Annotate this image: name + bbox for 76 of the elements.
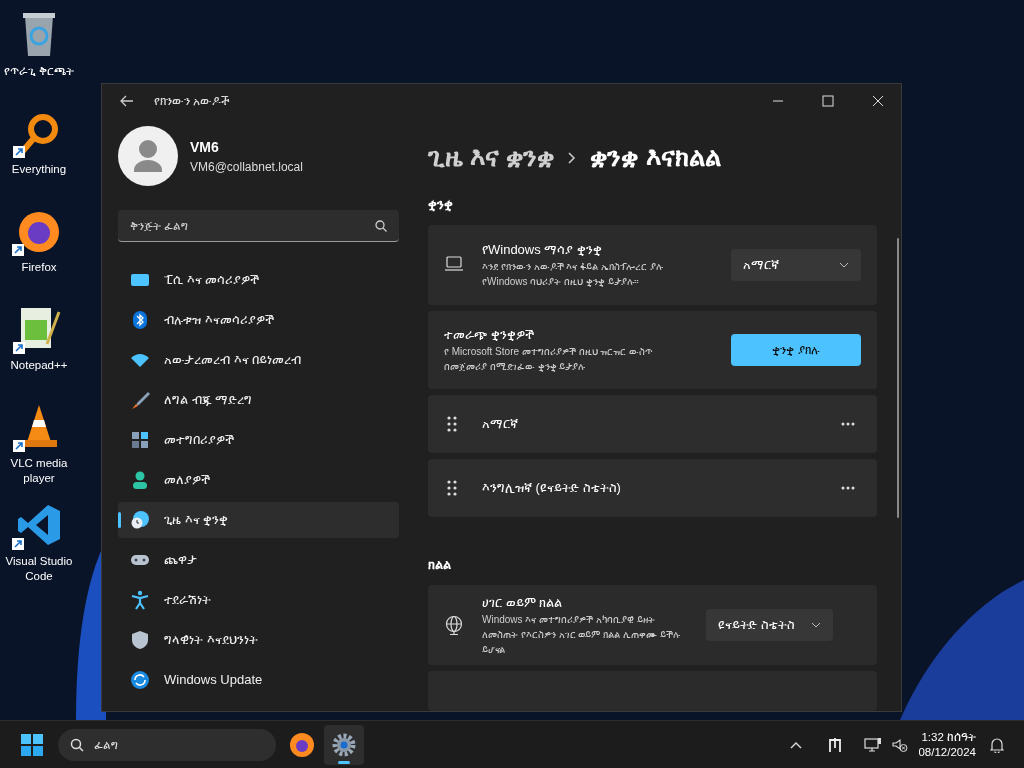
gear-icon[interactable] bbox=[332, 732, 356, 757]
speaker-muted-icon[interactable] bbox=[892, 736, 909, 753]
window-title: የክንውን አውዶች bbox=[154, 93, 230, 110]
accessibility-icon bbox=[130, 590, 150, 610]
bluetooth-icon bbox=[130, 310, 150, 330]
input-method-icon[interactable] bbox=[828, 736, 843, 753]
clock-date[interactable]: 08/12/2024 bbox=[918, 744, 976, 760]
running-indicator bbox=[338, 760, 350, 764]
desktop-icon-label[interactable]: Firefox bbox=[21, 260, 57, 275]
nav-item[interactable]: ብሉቱዝ እናመሳሪያዎች bbox=[118, 302, 399, 338]
chevron-up-icon[interactable] bbox=[790, 740, 803, 749]
setting-description: የ Microsoft Store መተግበሪያዎች በዚህ ዝርዝር ውስጥ በመጀመሪያ በሚደገፈው ቋንቋ ይታያሉ bbox=[444, 345, 655, 375]
nav-item[interactable]: ጊዜ እና ቋንቋ bbox=[118, 502, 399, 538]
brush-icon bbox=[130, 390, 150, 410]
taskbar-search-field[interactable]: ፈልግ bbox=[58, 728, 276, 761]
search-icon[interactable] bbox=[375, 220, 387, 232]
desktop-icon-label[interactable]: Everything bbox=[11, 162, 67, 177]
user-name: VM6 bbox=[190, 137, 220, 157]
language-name: እንግሊዝኛ (ዩናይትድ ስቴትስ) bbox=[482, 479, 621, 498]
setting-description: እንደ የክንውን አውዶች እና ፋይል ኤክስፕሎረር ያሉ የWindows ባህሪያት በዚህ ቋንቋ ይታያሉ። bbox=[482, 260, 664, 290]
language-card[interactable]: አማርኛ bbox=[428, 394, 877, 453]
selection-indicator bbox=[118, 512, 121, 528]
drag-handle-icon[interactable] bbox=[446, 480, 458, 497]
user-email: VM6@collabnet.local bbox=[190, 158, 303, 176]
page-title: ቋንቋ እናክልል bbox=[590, 141, 721, 174]
person-icon bbox=[130, 470, 150, 490]
nav-item[interactable]: Windows Update bbox=[118, 662, 399, 698]
bell-icon[interactable] bbox=[990, 736, 1004, 753]
language-card[interactable]: እንግሊዝኛ (ዩናይትድ ስቴትስ) bbox=[428, 458, 877, 518]
desktop-icon-label[interactable]: VLC media player bbox=[0, 456, 78, 486]
settings-search-field[interactable]: ቅንጅት ፈልግ bbox=[118, 210, 399, 242]
maximize-icon[interactable] bbox=[822, 95, 834, 107]
desktop-icon-label[interactable]: የጥራጊ ቅርጫት bbox=[3, 64, 75, 79]
nav-item[interactable]: ጨዋታ bbox=[118, 542, 399, 578]
more-options-icon[interactable] bbox=[841, 421, 855, 426]
back-arrow-icon[interactable] bbox=[120, 95, 134, 107]
dropdown[interactable]: ዩናይትድ ስቴትስ bbox=[706, 608, 833, 641]
apps-icon bbox=[130, 430, 150, 450]
nav-item[interactable]: መተግበሪያዎች bbox=[118, 422, 399, 458]
close-icon[interactable] bbox=[872, 95, 884, 107]
breadcrumb-link[interactable]: ጊዜ እና ቋንቋ bbox=[428, 138, 555, 177]
setting-title: ሀገር ወይም ክልል bbox=[482, 593, 564, 612]
firefox-icon[interactable] bbox=[289, 731, 315, 758]
desktop-icon-label[interactable]: Visual Studio Code bbox=[0, 554, 78, 584]
scrollbar-thumb[interactable] bbox=[897, 238, 899, 518]
language-name: አማርኛ bbox=[482, 414, 518, 433]
section-heading: ቋንቋ bbox=[428, 196, 454, 214]
dropdown[interactable]: አማርኛ bbox=[731, 248, 861, 281]
shield-icon bbox=[130, 630, 150, 650]
globe-icon bbox=[444, 614, 464, 635]
code-editor-icon[interactable] bbox=[16, 502, 62, 548]
start-icon[interactable] bbox=[21, 733, 43, 756]
desktop-icon-label[interactable]: Notepad++ bbox=[10, 358, 68, 373]
nav-item[interactable]: ለግል ብጁ ማድረግ bbox=[118, 382, 399, 418]
drag-handle-icon[interactable] bbox=[446, 415, 458, 432]
chevron-down-icon bbox=[811, 621, 821, 628]
more-options-icon[interactable] bbox=[841, 486, 855, 491]
nav-item[interactable]: ተደራሽነት bbox=[118, 582, 399, 618]
taskbar-app[interactable] bbox=[324, 724, 364, 765]
add-language-button[interactable]: ቋንቋ ያክሉ bbox=[731, 333, 861, 366]
setting-description: Windows እና መተግበሪያዎች አካባቢያዊ ይዘት ለመስጠት የእርስዎን አገር ወይም ክልል ሊጠቀሙ ይችሉ ይሆናል bbox=[482, 613, 681, 658]
nav-item[interactable]: ግላዊነት እናደህንነት bbox=[118, 622, 399, 658]
setting-title: ተመራጭ ቋንቋዎች bbox=[444, 325, 535, 344]
clock-time[interactable]: 1:32 ከሰዓት bbox=[921, 729, 976, 745]
section-heading: ክልል bbox=[428, 556, 452, 575]
nav-item[interactable]: መለያዎች bbox=[118, 462, 399, 498]
user-avatar-icon bbox=[118, 126, 178, 186]
clock-globe-icon bbox=[130, 510, 150, 530]
nav-item[interactable]: አውታረመረብ እና በይነመረብ bbox=[118, 342, 399, 378]
chevron-right-icon bbox=[568, 151, 577, 164]
nav-item[interactable]: ፒሲ እና መሳሪያዎች bbox=[118, 262, 399, 298]
network-monitor-icon[interactable] bbox=[864, 736, 883, 753]
search-icon bbox=[70, 737, 84, 752]
sync-icon bbox=[130, 670, 150, 690]
setting-title: የWindows ማሳያ ቋንቋ bbox=[482, 240, 603, 259]
chevron-down-icon bbox=[839, 261, 849, 268]
